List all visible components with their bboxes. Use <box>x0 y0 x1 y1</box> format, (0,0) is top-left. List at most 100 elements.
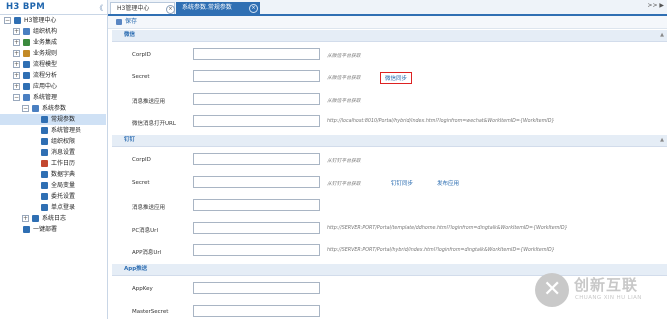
dingtalk-corpid-input[interactable] <box>193 153 320 165</box>
dingtalk-app-url-input[interactable] <box>193 244 320 256</box>
section-title: 钉钉 <box>124 137 136 143</box>
tree-item-system-log[interactable]: + 系统日志 <box>0 213 106 224</box>
collapse-toggle-icon[interactable]: − <box>4 17 11 24</box>
wechat-msg-url-input[interactable] <box>193 115 320 127</box>
wechat-secret-input[interactable] <box>193 70 320 82</box>
tree-node-icon <box>23 72 30 79</box>
tree-item-label: 组织机构 <box>33 28 58 35</box>
tab-scroll-icon[interactable]: >> ▶ <box>647 2 664 9</box>
wechat-corpid-label: CorpID <box>132 52 151 58</box>
tree-item-one-click-deploy[interactable]: 一键部署 <box>0 224 106 235</box>
expand-toggle-icon[interactable]: + <box>13 72 20 79</box>
tree-node-icon <box>41 127 48 134</box>
tree-node-icon <box>23 39 30 46</box>
section-wechat[interactable]: 微信 ▲ <box>112 30 667 42</box>
sidebar: H3 BPM 《 − H3管理中心 + 组织机构 + 业务集成 + 业务规则 + 流程模型 + 流程分… <box>0 0 108 319</box>
tree-node-icon <box>41 149 48 156</box>
tree-item-system-params[interactable]: − 系统参数 <box>0 103 106 114</box>
master-secret-label: MasterSecret <box>132 309 169 315</box>
expand-toggle-icon[interactable]: + <box>22 215 29 222</box>
tree-node-icon <box>14 17 21 24</box>
wechat-corpid-input[interactable] <box>193 48 320 60</box>
tree-node-icon <box>41 204 48 211</box>
tree-item-label: 系统管理 <box>33 94 58 101</box>
tree-item-global-vars[interactable]: 全局变量 <box>0 180 106 191</box>
tree-item-label: 系统参数 <box>42 105 67 112</box>
publish-app-button[interactable]: 发布应用 <box>437 179 459 187</box>
tab-label: 系统参数.常规参数 <box>182 4 232 11</box>
dingtalk-pc-url-input[interactable] <box>193 222 320 234</box>
tree-node-icon <box>41 138 48 145</box>
tree-item-process-model[interactable]: + 流程模型 <box>0 59 106 70</box>
dingtalk-corpid-hint: 从钉钉平台获取 <box>327 159 361 164</box>
tree-item-sys-admins[interactable]: 系统管理员 <box>0 125 106 136</box>
tree-item-message-settings[interactable]: 消息设置 <box>0 147 106 158</box>
wechat-msg-url-hint: http://localhost:8010/Portal/hybrid/inde… <box>327 119 555 124</box>
dingtalk-pc-url-label: PC消息Url <box>132 228 158 234</box>
wechat-secret-label: Secret <box>132 74 150 80</box>
app-logo: H3 BPM <box>6 2 45 12</box>
tree-item-label: 流程模型 <box>33 61 58 68</box>
section-title: 微信 <box>124 32 136 38</box>
tree-item-label: 系统管理员 <box>51 127 82 134</box>
tree-item-org[interactable]: + 组织机构 <box>0 26 106 37</box>
tree-item-app-center[interactable]: + 应用中心 <box>0 81 106 92</box>
dingtalk-secret-hint: 从钉钉平台获取 <box>327 182 361 187</box>
dingtalk-pc-url-hint: http://SERVER:PORT/Portal/template/ddhom… <box>327 226 568 231</box>
collapse-icon[interactable]: ▲ <box>660 30 664 41</box>
master-secret-input[interactable] <box>193 305 320 317</box>
tree-item-org-permissions[interactable]: 组织权限 <box>0 136 106 147</box>
tree-item-label: 业务规则 <box>33 50 58 57</box>
collapse-toggle-icon[interactable]: − <box>22 105 29 112</box>
section-dingtalk[interactable]: 钉钉 ▲ <box>112 135 667 147</box>
tree-item-sso[interactable]: 单点登录 <box>0 202 106 213</box>
collapse-toggle-icon[interactable]: − <box>13 94 20 101</box>
tree-item-delegation[interactable]: 委托设置 <box>0 191 106 202</box>
tree-item-label: 单点登录 <box>51 204 76 211</box>
watermark-glyph: ✕ <box>543 277 562 302</box>
tree-item-general-params[interactable]: 常规参数 <box>0 114 106 125</box>
expand-toggle-icon[interactable]: + <box>13 61 20 68</box>
tree-item-process-analysis[interactable]: + 流程分析 <box>0 70 106 81</box>
expand-toggle-icon[interactable]: + <box>13 39 20 46</box>
wechat-sync-button[interactable]: 微信同步 <box>380 72 413 84</box>
dingtalk-sync-button[interactable]: 钉钉同步 <box>391 179 413 187</box>
tree-item-data-dictionary[interactable]: 数据字典 <box>0 169 106 180</box>
wechat-secret-hint: 从微信平台获取 <box>327 76 361 81</box>
tree-node-icon <box>23 61 30 68</box>
save-icon <box>116 19 122 25</box>
dingtalk-app-url-hint: http://SERVER:PORT/Portal/hybrid/index.h… <box>327 248 555 253</box>
wechat-msg-app-input[interactable] <box>193 93 320 105</box>
watermark-subtext: CHUANG XIN HU LIAN <box>575 295 642 301</box>
expand-toggle-icon[interactable]: + <box>13 83 20 90</box>
tree-item-h3-admin[interactable]: − H3管理中心 <box>0 15 106 26</box>
tree-item-integration[interactable]: + 业务集成 <box>0 37 106 48</box>
tree-node-icon <box>23 28 30 35</box>
tree-item-work-calendar[interactable]: 工作日历 <box>0 158 106 169</box>
tree-item-rules[interactable]: + 业务规则 <box>0 48 106 59</box>
expand-toggle-icon[interactable]: + <box>13 28 20 35</box>
dingtalk-secret-input[interactable] <box>193 176 320 188</box>
watermark-logo: ✕ 创新互联 CHUANG XIN HU LIAN <box>535 273 665 313</box>
tree-node-icon <box>23 83 30 90</box>
tree-item-label: 流程分析 <box>33 72 58 79</box>
save-button[interactable]: 保存 <box>116 17 137 27</box>
dingtalk-msg-app-input[interactable] <box>193 199 320 211</box>
appkey-input[interactable] <box>193 282 320 294</box>
tree-item-label: H3管理中心 <box>24 17 57 24</box>
collapse-sidebar-icon[interactable]: 《 <box>96 3 103 13</box>
wechat-corpid-hint: 从微信平台获取 <box>327 54 361 59</box>
tree-node-icon <box>32 215 39 222</box>
close-icon[interactable]: × <box>249 4 258 13</box>
toolbar: 保存 <box>108 16 667 29</box>
tree-item-system-mgmt[interactable]: − 系统管理 <box>0 92 106 103</box>
tree-node-icon <box>41 116 48 123</box>
tab-general-params[interactable]: 系统参数.常规参数 × <box>176 2 260 14</box>
tab-h3-admin[interactable]: H3管理中心 × <box>110 2 175 14</box>
dingtalk-msg-app-label: 消息推送应用 <box>132 205 166 211</box>
expand-toggle-icon[interactable]: + <box>13 50 20 57</box>
tree-node-icon <box>41 171 48 178</box>
collapse-icon[interactable]: ▲ <box>660 135 664 146</box>
watermark-circle: ✕ <box>535 273 569 307</box>
close-icon[interactable]: × <box>166 5 175 14</box>
